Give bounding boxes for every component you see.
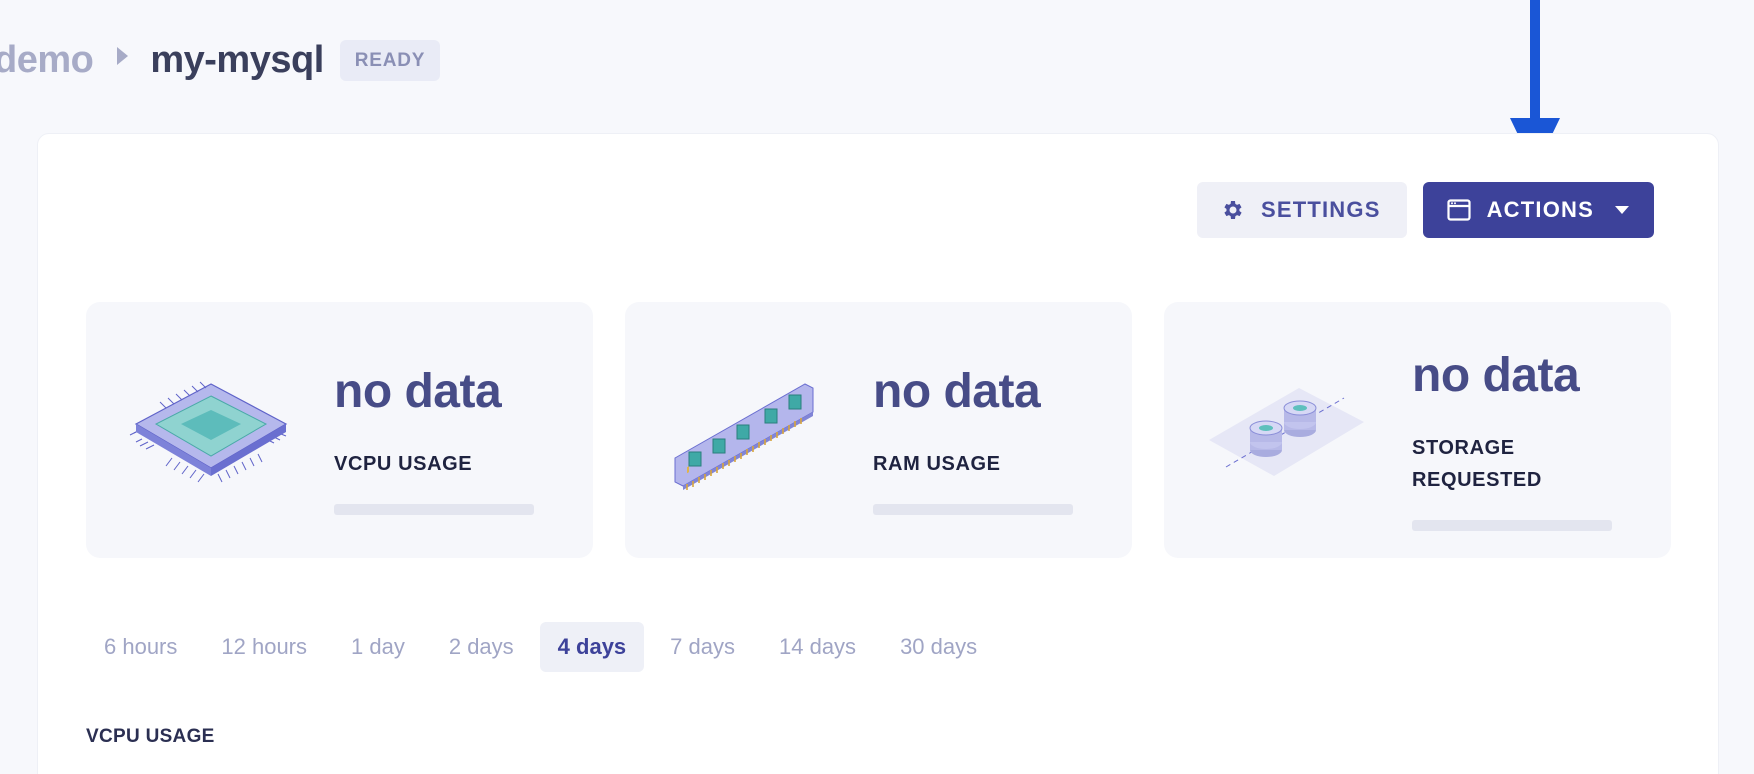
cpu-chip-illustration [129, 381, 288, 483]
stat-label: STORAGE REQUESTED [1412, 437, 1542, 491]
stat-label: VCPU USAGE [334, 453, 473, 475]
window-icon [1446, 199, 1471, 221]
caret-down-icon [1614, 205, 1630, 215]
range-tab-14-days[interactable]: 14 days [761, 622, 874, 672]
stat-label: RAM USAGE [873, 453, 1001, 475]
section-title: VCPU USAGE [86, 726, 215, 747]
stat-card-storage: no data STORAGE REQUESTED [1164, 302, 1671, 558]
range-tab-7-days[interactable]: 7 days [652, 622, 753, 672]
settings-button[interactable]: SETTINGS [1196, 182, 1407, 238]
stat-value: no data [334, 365, 502, 418]
usage-bar [1412, 520, 1612, 531]
range-tab-2-days[interactable]: 2 days [431, 622, 532, 672]
range-tab-4-days[interactable]: 4 days [539, 622, 645, 672]
ram-module-illustration [674, 383, 814, 490]
breadcrumb: demo my-mysql READY [0, 38, 441, 82]
page-title: my-mysql [150, 38, 324, 81]
stats-cards: no data VCPU USAGE no data RAM USAGE no … [86, 302, 1671, 558]
stat-card-vcpu: no data VCPU USAGE [86, 302, 593, 558]
usage-bar [334, 504, 534, 515]
main-panel: SETTINGS ACTIONS no data VCPU USAGE no d… [37, 133, 1719, 774]
range-tab-12-hours[interactable]: 12 hours [203, 622, 325, 672]
breadcrumb-parent-link[interactable]: demo [0, 39, 94, 82]
storage-disks-illustration [1209, 388, 1364, 476]
actions-dropdown-button[interactable]: ACTIONS [1422, 182, 1654, 238]
time-range-tabs: 6 hours 12 hours 1 day 2 days 4 days 7 d… [86, 622, 1003, 672]
range-tab-6-hours[interactable]: 6 hours [86, 622, 195, 672]
toolbar: SETTINGS ACTIONS [1196, 182, 1654, 238]
usage-bar [873, 504, 1073, 515]
range-tab-30-days[interactable]: 30 days [882, 622, 995, 672]
stat-card-body: no data STORAGE REQUESTED [1412, 352, 1632, 531]
stat-value: no data [1412, 349, 1580, 402]
range-tab-1-day[interactable]: 1 day [333, 622, 423, 672]
stat-card-ram: no data RAM USAGE [625, 302, 1132, 558]
settings-button-label: SETTINGS [1260, 197, 1381, 222]
gear-icon [1221, 198, 1245, 222]
chevron-right-icon [117, 47, 129, 65]
status-badge: READY [339, 39, 441, 81]
stat-value: no data [873, 365, 1041, 418]
actions-button-label: ACTIONS [1486, 197, 1594, 222]
stat-card-body: no data VCPU USAGE [334, 368, 554, 515]
stat-card-body: no data RAM USAGE [873, 368, 1093, 515]
